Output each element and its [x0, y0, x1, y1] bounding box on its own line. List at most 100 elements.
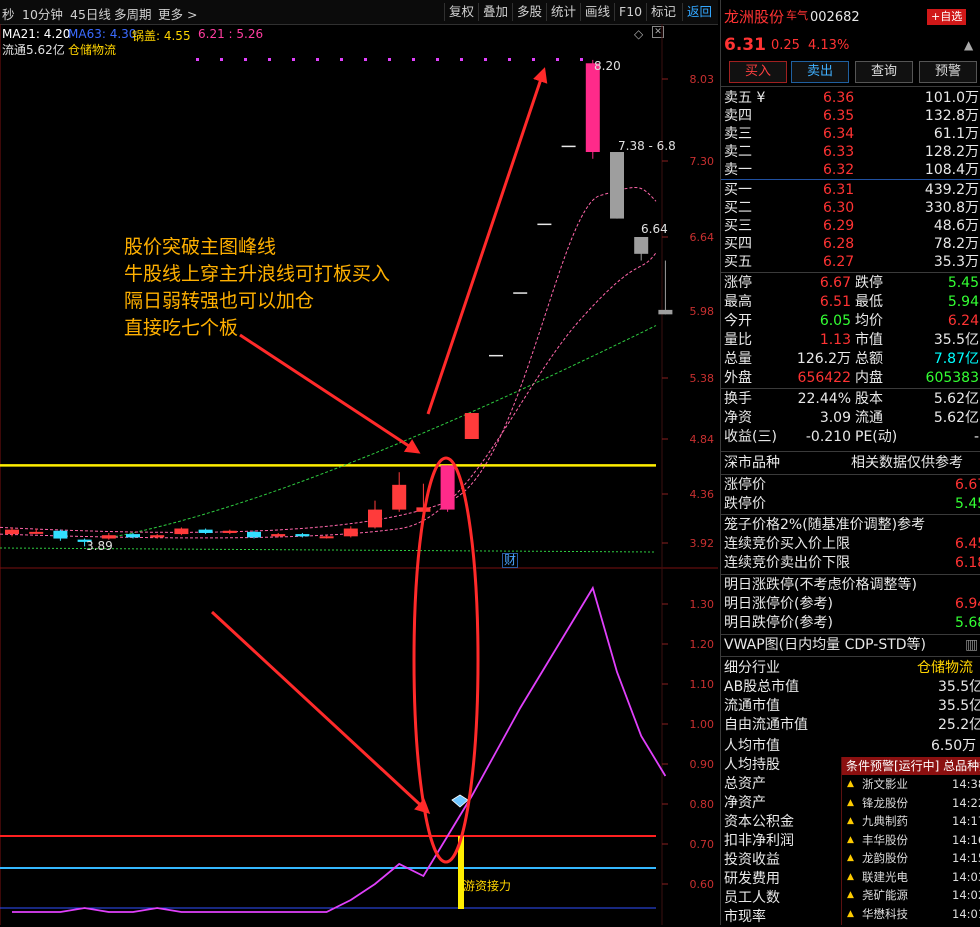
extra-field-row: 市现率 [721, 908, 841, 927]
auction-sell: 6.18 [955, 555, 980, 571]
top-dot [388, 58, 391, 61]
vwap-title[interactable]: VWAP图(日内均量 CDP-STD等) [724, 636, 926, 655]
btn-fuquan[interactable]: 复权 [444, 3, 478, 21]
btn-mark[interactable]: 标记 [646, 3, 680, 21]
toolbar-item-multi-period[interactable]: 多周期 [114, 4, 152, 23]
btn-stats[interactable]: 统计 [546, 3, 580, 21]
ask-row[interactable]: 卖四 6.35 132.8万 [721, 107, 980, 126]
btn-draw[interactable]: 画线 [580, 3, 614, 21]
btn-back[interactable]: 返回 [682, 3, 716, 21]
alert-icon: ▲ [847, 797, 854, 808]
candle [343, 526, 358, 538]
alert-row[interactable]: ▲ 九典制药 14:17 [842, 812, 980, 831]
btn-f10[interactable]: F10 [614, 3, 646, 21]
btn-multi-stock[interactable]: 多股 [512, 3, 546, 21]
bid-row[interactable]: 买三 6.29 48.6万 [721, 217, 980, 236]
alert-time: 14:17 [952, 814, 980, 828]
order-price: 6.35 [823, 108, 855, 124]
price-tick-label: 6.64 [690, 231, 715, 244]
price-tick-label: 4.84 [690, 433, 715, 446]
order-price: 6.34 [823, 126, 855, 142]
order-volume: 108.4万 [924, 162, 979, 178]
annotation-line-2: 牛股线上穿主升浪线可打板买入 [124, 263, 391, 285]
top-dot [268, 58, 271, 61]
candle [464, 413, 479, 439]
price-chart: 8.03 7.30 6.64 5.98 5.38 4.84 4.36 3.92 1.30 1.2… [0, 24, 718, 925]
candle [368, 500, 382, 529]
order-price: 6.28 [823, 236, 855, 252]
candle [440, 465, 455, 512]
candle [585, 59, 600, 159]
top-dot [580, 58, 583, 61]
ask-row[interactable]: 卖三 6.34 61.1万 [721, 125, 980, 144]
sell-button[interactable]: 卖出 [791, 61, 849, 83]
alert-row[interactable]: ▲ 浙文影业 14:38 [842, 775, 980, 794]
cai-marker[interactable]: 财 [502, 553, 519, 568]
alert-row[interactable]: ▲ 联建光电 14:03 [842, 868, 980, 887]
stat-value: 126.2万 [796, 351, 851, 367]
toolbar-item-seconds[interactable]: 秒 [2, 4, 15, 23]
toolbar-item-more[interactable]: 更多 > [158, 4, 197, 23]
arrow-up-to-peak [426, 67, 548, 415]
candle-body [440, 465, 455, 510]
chart-icon[interactable]: ▥ [965, 636, 978, 655]
candle-body [319, 536, 334, 539]
top-dot [532, 58, 535, 61]
alert-row[interactable]: ▲ 尧矿能源 14:02 [842, 886, 980, 905]
bid-row[interactable]: 买一 6.31 439.2万 [721, 181, 980, 200]
add-watchlist-button[interactable]: +自选 [927, 9, 967, 25]
stat-label: 外盘 [724, 370, 752, 386]
industry-value[interactable]: 仓储物流 [917, 659, 973, 678]
highlight-ellipse [412, 456, 480, 864]
float-cap-label: 流通市值 [724, 698, 780, 714]
price-tick-label: 8.03 [690, 73, 715, 86]
alert-icon: ▲ [847, 834, 854, 845]
candle-body [198, 529, 213, 533]
alert-header: 条件预警[运行中] 总品种数 [842, 757, 980, 775]
stat-label: PE(动) [855, 429, 898, 445]
alert-row[interactable]: ▲ 龙韵股份 14:15 [842, 849, 980, 868]
bid-row[interactable]: 买五 6.27 35.3万 [721, 253, 980, 272]
candle-body [222, 530, 237, 533]
order-volume: 48.6万 [933, 218, 979, 234]
auction-sell-label: 连续竞价卖出价下限 [724, 555, 850, 571]
ask-row[interactable]: 卖五 ¥ 6.36 101.0万 [721, 89, 980, 108]
indicator-tick-label: 0.90 [690, 758, 715, 771]
stat-value: 7.87亿 [933, 351, 979, 367]
indicator-line [12, 585, 667, 913]
bid-row[interactable]: 买二 6.30 330.8万 [721, 199, 980, 218]
toolbar-item-10min[interactable]: 10分钟 [22, 4, 63, 23]
ask-row[interactable]: 卖一 6.32 108.4万 [721, 161, 980, 180]
query-button[interactable]: 查询 [855, 61, 913, 83]
label-high-price: 8.20 [594, 59, 621, 73]
stat-value: 656422 [797, 370, 851, 386]
stat-value: 5.62亿 [933, 391, 979, 407]
alert-stock-name: 华懋科技 [862, 906, 908, 921]
toolbar-item-45day[interactable]: 45日线 [70, 4, 111, 23]
tomorrow-title: 明日涨跌停(不考虑价格调整等) [724, 577, 917, 593]
indicator-tick-label: 1.10 [690, 678, 715, 691]
extra-field-label: 资本公积金 [724, 814, 794, 830]
ask-row[interactable]: 卖二 6.33 128.2万 [721, 143, 980, 162]
stock-name: 龙洲股份 [724, 8, 785, 26]
alert-button[interactable]: 预警 [919, 61, 977, 83]
order-price: 6.30 [823, 200, 855, 216]
alert-time: 14:15 [952, 851, 980, 865]
alert-row[interactable]: ▲ 丰华股份 14:16 [842, 831, 980, 850]
bid-row[interactable]: 买四 6.28 78.2万 [721, 235, 980, 254]
btn-overlay[interactable]: 叠加 [478, 3, 512, 21]
condition-alert-panel: 条件预警[运行中] 总品种数 ▲ 浙文影业 14:38 ▲ 锋龙股份 14:22 ▲ 九典制药… [841, 757, 980, 925]
extra-field-label: 扣非净利润 [724, 833, 794, 849]
alert-row[interactable]: ▲ 华懋科技 14:01 [842, 905, 980, 924]
market-title: 深市品种 [724, 455, 780, 471]
stat-value: 5.62亿 [933, 410, 979, 426]
market-row: 深市品种 相关数据仅供参考 [721, 454, 980, 473]
bell-icon[interactable]: ▲ [964, 36, 973, 55]
order-label: 买五 [724, 254, 752, 270]
cage-title: 笼子价格2%(随基准价调整)参考 [724, 517, 926, 533]
alert-row[interactable]: ▲ 锋龙股份 14:22 [842, 794, 980, 813]
stat-value: 605383 [925, 370, 979, 386]
order-label: 卖四 [724, 108, 752, 124]
price-tick-label: 4.36 [690, 488, 715, 501]
buy-button[interactable]: 买入 [729, 61, 787, 83]
